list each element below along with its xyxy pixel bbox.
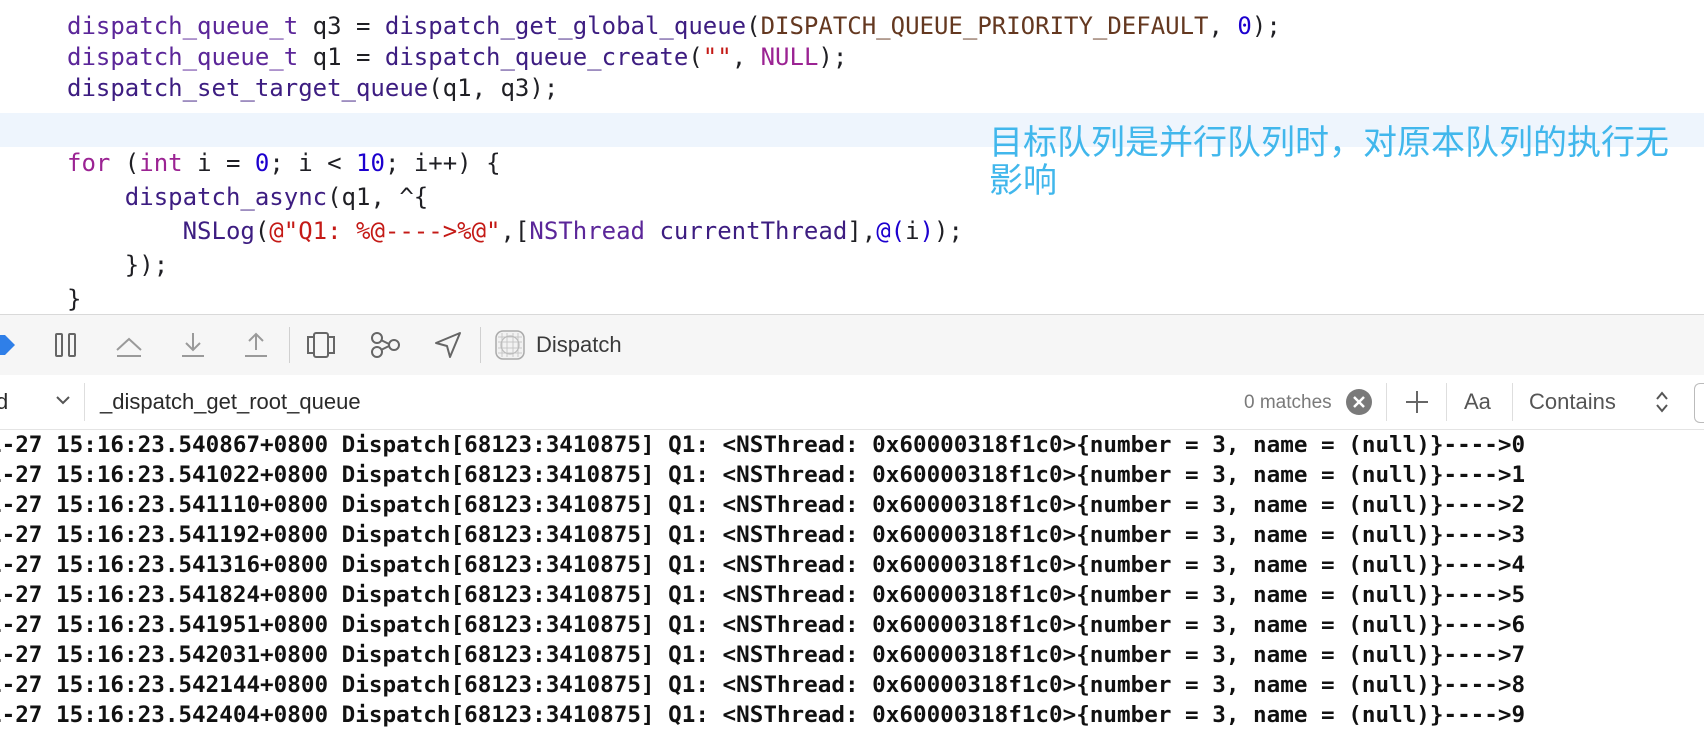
chevron-down-icon[interactable]: [54, 391, 72, 413]
breakpoint-toggle-icon[interactable]: [0, 329, 18, 361]
code-editor[interactable]: dispatch_queue_t q3 = dispatch_get_globa…: [0, 0, 1704, 314]
console-output[interactable]: 1-27 15:16:23.540867+0800 Dispatch[68123…: [0, 430, 1704, 736]
debug-bar: Dispatch: [0, 314, 1704, 376]
target-app-icon: [494, 329, 526, 361]
code-token: for: [67, 149, 111, 177]
code-token: 10: [356, 149, 385, 177]
memory-graph-icon[interactable]: [369, 329, 401, 361]
code-token: q1 =: [298, 43, 385, 71]
code-token: ],: [847, 217, 877, 245]
console-line: 1-27 15:16:23.542144+0800 Dispatch[68123…: [0, 672, 1526, 698]
annotation-text: 目标队列是并行队列时，对原本队列的执行无影响: [989, 123, 1669, 201]
code-token: @"Q1: %@---->%@": [269, 217, 501, 245]
filter-separator: [84, 383, 85, 421]
code-token: (: [746, 12, 761, 40]
pause-icon[interactable]: [50, 329, 82, 361]
code-token: ; i <: [269, 149, 357, 177]
next-control-edge: [1694, 383, 1704, 423]
code-token: );: [934, 217, 963, 245]
console-line: 1-27 15:16:23.541110+0800 Dispatch[68123…: [0, 492, 1526, 518]
step-out-icon[interactable]: [240, 329, 272, 361]
match-mode-select[interactable]: Contains: [1529, 389, 1616, 415]
code-token: ): [919, 217, 934, 245]
code-token: 0: [1237, 12, 1252, 40]
code-line-1[interactable]: dispatch_queue_t q3 = dispatch_get_globa…: [67, 10, 1281, 42]
step-into-icon[interactable]: [177, 329, 209, 361]
code-token: ,: [1208, 12, 1238, 40]
code-token: dispatch_queue_create: [384, 43, 689, 71]
code-token: ; i++) {: [384, 149, 501, 177]
code-line-5[interactable]: for (int i = 0; i < 10; i++) {: [67, 147, 501, 179]
code-token: );: [1251, 12, 1281, 40]
console-line: 1-27 15:16:23.541951+0800 Dispatch[68123…: [0, 612, 1526, 638]
search-input[interactable]: _dispatch_get_root_queue: [100, 389, 361, 415]
code-token: dispatch_queue_t: [67, 43, 299, 71]
code-line-7[interactable]: NSLog(@"Q1: %@---->%@",[NSThread current…: [67, 215, 963, 247]
console-line: 1-27 15:16:23.540867+0800 Dispatch[68123…: [0, 432, 1526, 458]
step-over-icon[interactable]: [113, 329, 145, 361]
code-token: dispatch_get_global_queue: [384, 12, 747, 40]
code-line-8[interactable]: });: [67, 249, 168, 281]
debug-separator: [480, 327, 481, 363]
clear-search-icon[interactable]: [1346, 389, 1372, 419]
code-token: i =: [182, 149, 255, 177]
code-line-6[interactable]: dispatch_async(q1, ^{: [67, 181, 428, 213]
console-line: 1-27 15:16:23.541022+0800 Dispatch[68123…: [0, 462, 1526, 488]
view-hierarchy-icon[interactable]: [305, 329, 337, 361]
debug-separator: [289, 327, 290, 363]
code-token: (: [688, 43, 703, 71]
code-token: });: [67, 251, 169, 279]
code-token: (: [110, 149, 140, 177]
code-token: ,[: [500, 217, 530, 245]
code-token: }: [67, 285, 82, 313]
up-down-chevron-icon[interactable]: [1654, 388, 1670, 420]
match-count: 0 matches: [1244, 392, 1332, 413]
code-token: (: [254, 217, 270, 245]
code-token: (q1, q3);: [428, 74, 559, 102]
match-case-button[interactable]: Aa: [1464, 389, 1491, 415]
filter-scope-label[interactable]: d: [0, 389, 8, 415]
code-token: DISPATCH_QUEUE_PRIORITY_DEFAULT: [760, 12, 1209, 40]
code-token: NSThread: [529, 217, 645, 245]
code-token: dispatch_set_target_queue: [67, 74, 429, 102]
code-token: 0: [254, 149, 270, 177]
code-token: currentThread: [659, 217, 848, 245]
code-line-9[interactable]: }: [67, 283, 81, 314]
code-token: NSLog: [182, 217, 255, 245]
code-token: q3 =: [298, 12, 385, 40]
location-icon[interactable]: [432, 329, 464, 361]
filter-separator: [1446, 383, 1447, 421]
code-line-2[interactable]: dispatch_queue_t q1 = dispatch_queue_cre…: [67, 41, 847, 73]
plus-icon[interactable]: [1404, 389, 1430, 419]
filter-separator: [1386, 383, 1387, 421]
code-token: int: [139, 149, 183, 177]
code-token: i: [905, 217, 920, 245]
console-line: 1-27 15:16:23.541824+0800 Dispatch[68123…: [0, 582, 1526, 608]
code-token: "": [702, 43, 732, 71]
code-token: dispatch_queue_t: [67, 12, 299, 40]
code-line-3[interactable]: dispatch_set_target_queue(q1, q3);: [67, 72, 558, 104]
code-token: );: [818, 43, 848, 71]
console-line: 1-27 15:16:23.542031+0800 Dispatch[68123…: [0, 642, 1526, 668]
code-token: NULL: [760, 43, 819, 71]
console-line: 1-27 15:16:23.541316+0800 Dispatch[68123…: [0, 552, 1526, 578]
console-filter-bar: d _dispatch_get_root_queue 0 matches Aa …: [0, 375, 1704, 430]
console-line: 1-27 15:16:23.542404+0800 Dispatch[68123…: [0, 702, 1526, 728]
code-token: (q1, ^{: [327, 183, 429, 211]
filter-separator: [1512, 383, 1513, 421]
code-token: ,: [731, 43, 761, 71]
code-token: dispatch_async: [124, 183, 328, 211]
code-token: @(: [876, 217, 906, 245]
target-name[interactable]: Dispatch: [536, 332, 622, 358]
console-line: 1-27 15:16:23.541192+0800 Dispatch[68123…: [0, 522, 1526, 548]
